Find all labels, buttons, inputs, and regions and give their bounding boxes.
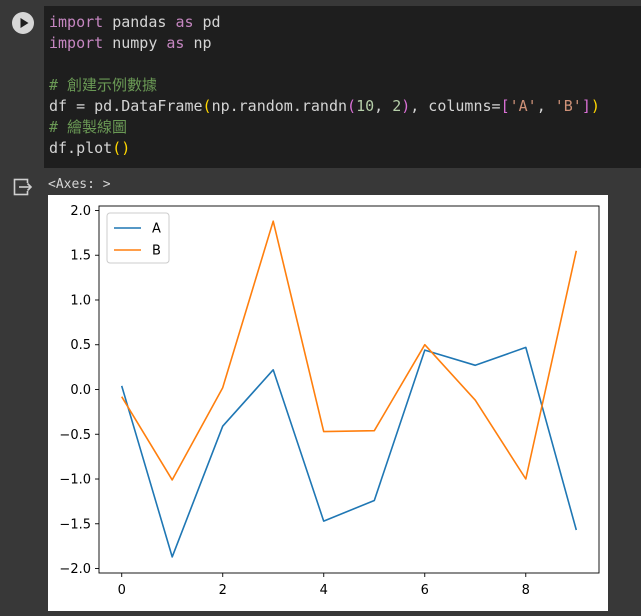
legend-label-B: B bbox=[152, 244, 161, 259]
series-line-B bbox=[121, 220, 578, 481]
y-tick-label: 2.0 bbox=[70, 204, 91, 219]
y-tick-label: 0.0 bbox=[70, 383, 91, 398]
code-token: import bbox=[49, 34, 104, 52]
code-token: pandas bbox=[103, 13, 176, 31]
play-icon bbox=[20, 18, 29, 28]
plot-output: 2.0 1.5 1.0 0.5 0.0 −0.5 −1.0 −1.5 −2.0 0 2 4 6 8 A B bbox=[48, 195, 608, 611]
y-tick-label: 1.5 bbox=[70, 249, 91, 264]
code-token: , bbox=[536, 97, 555, 115]
legend-label-A: A bbox=[152, 222, 161, 237]
code-token: np.random.randn bbox=[211, 97, 348, 115]
y-tick-label: 0.5 bbox=[70, 338, 91, 353]
x-tick-label: 0 bbox=[118, 583, 126, 598]
x-tick-label: 6 bbox=[421, 583, 429, 598]
y-tick-label: −2.0 bbox=[59, 562, 91, 577]
code-token: ] bbox=[581, 97, 591, 115]
code-token: ( bbox=[202, 97, 212, 115]
code-token: ) bbox=[590, 97, 600, 115]
code-comment-2: # 繪製線圖 bbox=[49, 118, 128, 136]
code-token: ) bbox=[401, 97, 411, 115]
code-token: pd bbox=[193, 13, 221, 31]
code-token: np bbox=[184, 34, 212, 52]
code-token: 'B' bbox=[554, 97, 582, 115]
code-comment-1: # 創建示例數據 bbox=[49, 76, 158, 94]
notebook-cell: import pandas as pd import numpy as np #… bbox=[0, 0, 641, 616]
x-tick-label: 8 bbox=[522, 583, 530, 598]
code-token: [ bbox=[500, 97, 510, 115]
code-token: df = pd.DataFrame bbox=[49, 97, 203, 115]
y-tick-label: 1.0 bbox=[70, 293, 91, 308]
y-tick-label: −1.0 bbox=[59, 473, 91, 488]
code-line-6: df.plot() bbox=[49, 138, 130, 159]
plot-frame bbox=[98, 205, 600, 574]
output-redirect-icon[interactable] bbox=[13, 178, 33, 196]
x-tick-label: 2 bbox=[219, 583, 227, 598]
code-line-2: import numpy as np bbox=[49, 33, 212, 54]
code-token: df.plot bbox=[49, 139, 113, 157]
x-tick-label: 4 bbox=[320, 583, 328, 598]
code-token: 'A' bbox=[509, 97, 537, 115]
y-tick-label: −0.5 bbox=[59, 428, 91, 443]
line-chart: 2.0 1.5 1.0 0.5 0.0 −0.5 −1.0 −1.5 −2.0 0 2 4 6 8 AB bbox=[59, 204, 600, 598]
code-token: 10 bbox=[356, 97, 375, 115]
code-token: as bbox=[166, 34, 185, 52]
code-token: () bbox=[112, 139, 131, 157]
code-token: , bbox=[374, 97, 393, 115]
code-token: 2 bbox=[392, 97, 402, 115]
output-text: <Axes: > bbox=[48, 177, 111, 192]
code-token: import bbox=[49, 13, 104, 31]
code-token: numpy bbox=[103, 34, 167, 52]
code-token: ( bbox=[347, 97, 357, 115]
run-cell-button[interactable] bbox=[12, 12, 34, 34]
code-line-4: df = pd.DataFrame(np.random.randn(10, 2)… bbox=[49, 96, 600, 117]
code-token: , columns= bbox=[410, 97, 501, 115]
y-tick-label: −1.5 bbox=[59, 517, 91, 532]
code-token: as bbox=[175, 13, 194, 31]
code-line-1: import pandas as pd bbox=[49, 12, 221, 33]
code-cell: import pandas as pd import numpy as np #… bbox=[0, 0, 641, 172]
